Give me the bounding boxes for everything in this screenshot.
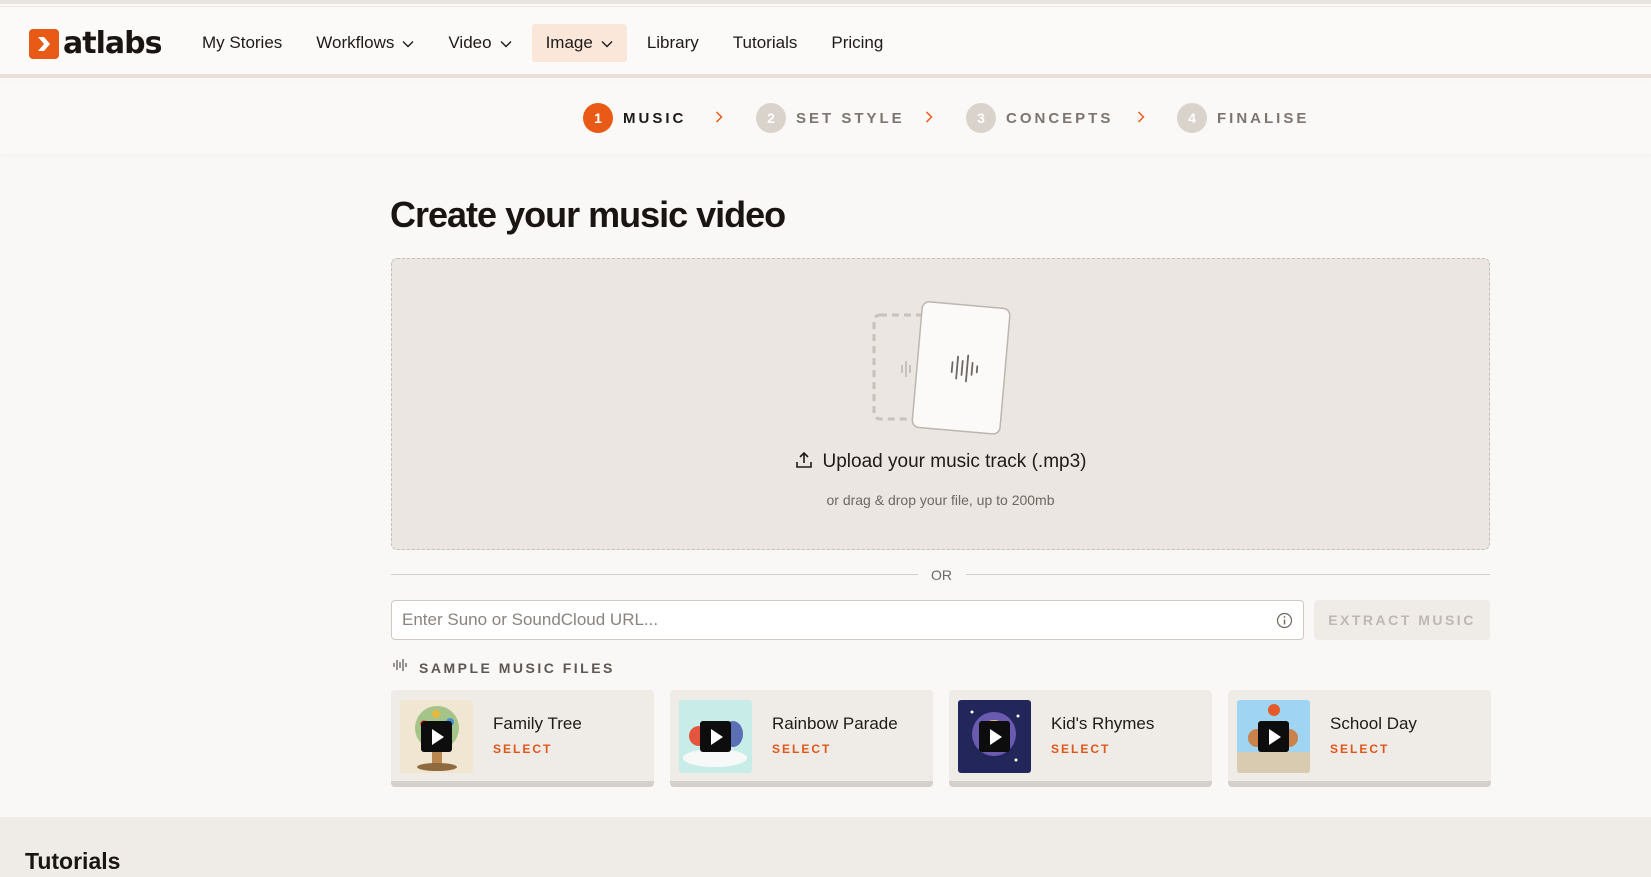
nav-tutorials[interactable]: Tutorials [719,24,812,62]
info-icon[interactable] [1276,612,1293,634]
sample-music-label: SAMPLE MUSIC FILES [419,659,615,676]
sample-name: Rainbow Parade [772,714,898,733]
step-number: 4 [1177,103,1207,133]
select-button[interactable]: SELECT [493,742,552,756]
chevron-right-icon [925,110,933,128]
sample-name: Family Tree [493,714,582,733]
page-title: Create your music video [390,194,786,235]
select-button[interactable]: SELECT [1330,742,1389,756]
nav-label: Pricing [831,33,884,52]
thumbnail-image [400,700,473,773]
sample-card-kids-rhymes[interactable]: Kid's Rhymes SELECT [949,690,1212,787]
nav-label: Tutorials [732,33,798,52]
step-music[interactable]: 1 MUSIC [583,102,686,134]
step-set-style[interactable]: 2 SET STYLE [756,102,905,134]
chevron-right-icon [715,110,723,128]
step-number: 2 [756,103,786,133]
url-field[interactable] [391,600,1304,640]
nav-pricing[interactable]: Pricing [817,24,897,62]
upload-dropzone[interactable]: Upload your music track (.mp3) or drag &… [391,258,1490,550]
thumbnail-image [958,700,1031,773]
divider-line [391,574,918,575]
nav-image[interactable]: Image [531,24,627,62]
thumbnail-image [679,700,752,773]
sample-card-rainbow-parade[interactable]: Rainbow Parade SELECT [670,690,933,787]
progress-stepper: 1 MUSIC 2 SET STYLE 3 CONCEPTS 4 FINALIS… [0,82,1651,154]
play-icon[interactable] [421,721,452,752]
nav-my-stories[interactable]: My Stories [188,24,296,62]
divider-line [966,574,1490,575]
play-icon[interactable] [979,721,1010,752]
chevron-down-icon [601,24,613,62]
nav-label: Workflows [316,33,395,52]
sample-music-list: Family Tree SELECT Rainbow Parade SELECT [391,690,1491,787]
chevron-down-icon [402,24,414,62]
select-button[interactable]: SELECT [1051,742,1110,756]
step-label: FINALISE [1217,109,1310,127]
main-nav: My Stories Workflows Video Image Library… [188,24,903,62]
or-divider: OR [391,565,1490,585]
thumbnail-image [1237,700,1310,773]
play-icon[interactable] [700,721,731,752]
extract-music-button[interactable]: EXTRACT MUSIC [1314,600,1490,640]
step-concepts[interactable]: 3 CONCEPTS [966,102,1113,134]
step-finalise[interactable]: 4 FINALISE [1177,102,1309,134]
play-icon[interactable] [1258,721,1289,752]
tutorials-section [0,817,1651,877]
step-number: 3 [966,103,996,133]
tutorials-heading: Tutorials [25,848,121,874]
suno-soundcloud-url-input[interactable] [392,601,1252,639]
sample-music-header: SAMPLE MUSIC FILES [393,658,615,677]
upload-label: Upload your music track (.mp3) [822,451,1087,472]
nav-video[interactable]: Video [434,24,525,62]
upload-hint: or drag & drop your file, up to 200mb [826,492,1055,508]
select-button[interactable]: SELECT [772,742,831,756]
upload-icon [795,451,813,475]
chevron-right-icon [1137,110,1145,128]
nav-label: My Stories [202,33,283,52]
step-label: SET STYLE [796,109,905,127]
navbar: atlabs My Stories Workflows Video Image … [0,6,1651,78]
top-border [0,0,1651,4]
logo-text: atlabs [63,26,162,61]
audio-file-icon [872,299,1012,444]
sample-card-school-day[interactable]: School Day SELECT [1228,690,1491,787]
nav-label: Image [545,33,593,52]
chevron-down-icon [500,24,512,62]
sample-name: Kid's Rhymes [1051,714,1155,733]
nav-label: Video [448,33,492,52]
nav-workflows[interactable]: Workflows [302,24,428,62]
atlabs-logo[interactable]: atlabs [29,26,162,61]
or-text: OR [931,567,952,583]
step-label: MUSIC [623,109,687,127]
sample-card-family-tree[interactable]: Family Tree SELECT [391,690,654,787]
nav-label: Library [646,33,699,52]
logo-mark-icon [29,29,59,59]
upload-prompt[interactable]: Upload your music track (.mp3) [392,451,1489,475]
step-label: CONCEPTS [1006,109,1114,127]
step-number: 1 [583,103,613,133]
sample-name: School Day [1330,714,1417,733]
waveform-icon [393,658,409,677]
nav-library[interactable]: Library [633,24,713,62]
